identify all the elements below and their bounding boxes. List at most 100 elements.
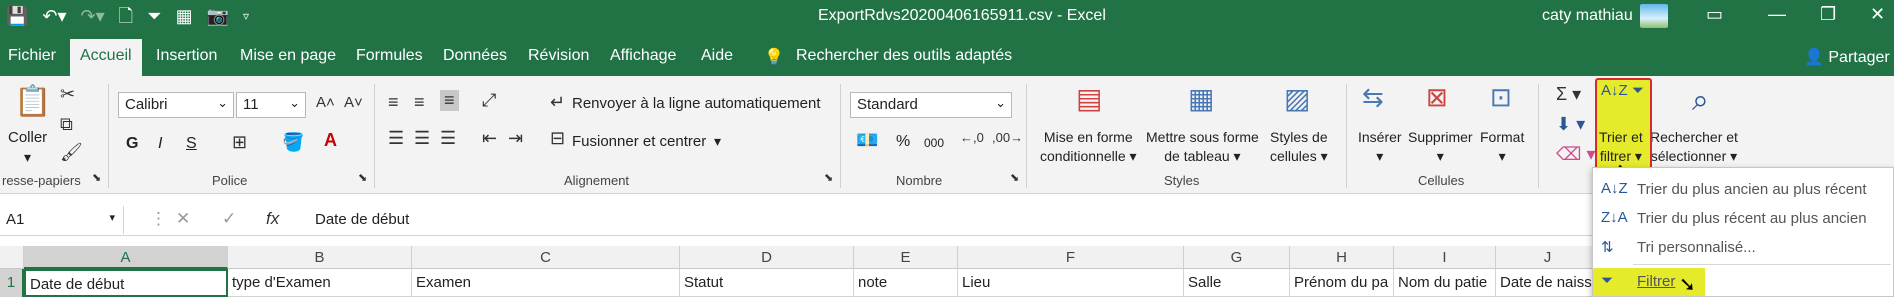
column-header[interactable]: F	[958, 246, 1184, 269]
tab-aide[interactable]: Aide	[701, 47, 733, 65]
new-file-icon[interactable]: 🗋	[119, 4, 133, 28]
number-launcher-icon[interactable]: ⬊	[1010, 171, 1019, 184]
close-icon[interactable]: ✕	[1870, 4, 1885, 25]
fill-icon[interactable]: ⬇ ▾	[1556, 114, 1585, 135]
menu-item-sort-desc[interactable]: Z↓A Trier du plus récent au plus ancien	[1593, 205, 1893, 233]
column-header[interactable]: J	[1496, 246, 1600, 269]
column-header[interactable]: B	[228, 246, 412, 269]
clipboard-launcher-icon[interactable]: ⬊	[92, 171, 101, 184]
merge-center-icon[interactable]: ⊟	[550, 128, 565, 149]
cut-icon[interactable]: ✂	[60, 84, 75, 105]
cell-e1[interactable]: note	[854, 269, 958, 297]
borders-icon[interactable]: ⊞	[232, 132, 247, 153]
thousands-button[interactable]: 000	[924, 134, 944, 153]
wrap-text-button[interactable]: Renvoyer à la ligne automatiquement	[572, 94, 820, 113]
format-button[interactable]: Format ▾	[1480, 128, 1524, 166]
font-size-combo[interactable]: 11 ⌄	[236, 92, 306, 118]
currency-icon[interactable]: 💶	[856, 130, 878, 151]
column-header[interactable]: C	[412, 246, 680, 269]
increase-indent-icon[interactable]: ⇥	[508, 128, 523, 149]
font-color-icon[interactable]: A	[324, 130, 337, 151]
percent-button[interactable]: %	[896, 132, 910, 151]
align-right-icon[interactable]: ☰	[440, 128, 456, 149]
user-name[interactable]: caty mathiau	[1542, 7, 1633, 25]
avatar[interactable]	[1640, 4, 1668, 28]
copy-icon[interactable]: ⧉	[60, 114, 73, 135]
tab-donnees[interactable]: Données	[443, 47, 507, 65]
cell-g1[interactable]: Salle	[1184, 269, 1290, 297]
restore-icon[interactable]: ❐	[1820, 4, 1836, 25]
column-header[interactable]: D	[680, 246, 854, 269]
insert-function-icon[interactable]: fx	[266, 209, 279, 229]
conditional-formatting-button[interactable]: Mise en forme conditionnelle ▾	[1040, 128, 1137, 166]
increase-decimal-icon[interactable]: ←,0	[960, 130, 984, 145]
merge-center-button[interactable]: Fusionner et centrer	[572, 132, 706, 151]
camera-icon[interactable]: 📷	[207, 4, 229, 28]
form-icon[interactable]: ▦	[176, 4, 193, 28]
align-top-icon[interactable]: ≡	[388, 92, 399, 113]
number-format-combo[interactable]: Standard ⌄	[850, 92, 1012, 118]
tab-affichage[interactable]: Affichage	[610, 47, 676, 65]
orientation-icon[interactable]: ⤢	[482, 90, 496, 111]
menu-item-custom-sort[interactable]: ⇅ Tri personnalisé...	[1593, 234, 1893, 262]
save-icon[interactable]: 💾	[6, 4, 28, 28]
cell-h1[interactable]: Prénom du pa	[1290, 269, 1394, 297]
decrease-decimal-icon[interactable]: ,00→	[992, 130, 1023, 145]
shrink-font-icon[interactable]: A˅	[344, 94, 363, 111]
column-header[interactable]: I	[1394, 246, 1496, 269]
chevron-down-icon[interactable]: ▾	[714, 132, 721, 151]
conditional-formatting-icon[interactable]: ▤	[1076, 82, 1102, 115]
font-launcher-icon[interactable]: ⬊	[358, 171, 367, 184]
alignment-launcher-icon[interactable]: ⬊	[824, 171, 833, 184]
undo-icon[interactable]: ↶▾	[42, 4, 66, 28]
grow-font-icon[interactable]: A˄	[316, 94, 335, 111]
formula-input[interactable]: Date de début	[315, 211, 409, 228]
cell-c1[interactable]: Examen	[412, 269, 680, 297]
cell-d1[interactable]: Statut	[680, 269, 854, 297]
font-name-combo[interactable]: Calibri ⌄	[118, 92, 234, 118]
paste-icon[interactable]: 📋	[14, 84, 51, 119]
column-header[interactable]: G	[1184, 246, 1290, 269]
cell-j1[interactable]: Date de naiss	[1496, 269, 1600, 297]
ribbon-display-icon[interactable]: ▭	[1706, 4, 1723, 25]
fill-color-icon[interactable]: 🪣	[282, 132, 304, 153]
tab-accueil[interactable]: Accueil	[70, 39, 142, 76]
select-all-corner[interactable]	[0, 246, 24, 269]
cancel-icon[interactable]: ✕	[176, 209, 190, 229]
cell-i1[interactable]: Nom du patie	[1394, 269, 1496, 297]
customize-qat-icon[interactable]: ▿	[243, 4, 249, 28]
align-middle-icon[interactable]: ≡	[414, 92, 425, 113]
row-header[interactable]: 1	[0, 269, 24, 297]
tell-me-search[interactable]: Rechercher des outils adaptés	[796, 47, 1012, 65]
sort-filter-button[interactable]: A↓Z ⏷ Trier et filtrer ▾	[1595, 78, 1652, 170]
find-select-icon[interactable]: ⌕	[1692, 84, 1709, 118]
align-left-icon[interactable]: ☰	[388, 128, 404, 149]
enter-icon[interactable]: ✓	[222, 209, 236, 229]
column-header[interactable]: A	[24, 246, 228, 269]
italic-button[interactable]: I	[158, 134, 162, 153]
align-center-icon[interactable]: ☰	[414, 128, 430, 149]
tab-revision[interactable]: Révision	[528, 47, 589, 65]
tab-fichier[interactable]: Fichier	[8, 47, 56, 65]
menu-item-sort-asc[interactable]: A↓Z Trier du plus ancien au plus récent	[1593, 176, 1893, 204]
paste-dropdown-icon[interactable]: ▾	[24, 148, 31, 167]
delete-button[interactable]: Supprimer ▾	[1408, 128, 1473, 166]
paste-button[interactable]: Coller	[8, 128, 47, 147]
tab-formules[interactable]: Formules	[356, 47, 423, 65]
column-header[interactable]: E	[854, 246, 958, 269]
cell-f1[interactable]: Lieu	[958, 269, 1184, 297]
filter-qat-icon[interactable]: ⏷	[147, 4, 161, 28]
redo-icon[interactable]: ↷▾	[81, 4, 105, 28]
name-box[interactable]: A1 ▾	[0, 206, 124, 234]
insert-cells-icon[interactable]: ⇆	[1362, 82, 1384, 113]
tab-insertion[interactable]: Insertion	[156, 47, 217, 65]
delete-cells-icon[interactable]: ⊠	[1426, 82, 1448, 113]
cell-styles-button[interactable]: Styles de cellules ▾	[1270, 128, 1328, 166]
format-as-table-button[interactable]: Mettre sous forme de tableau ▾	[1146, 128, 1259, 166]
autosum-icon[interactable]: Σ ▾	[1556, 84, 1581, 105]
format-as-table-icon[interactable]: ▦	[1188, 82, 1214, 115]
find-select-button[interactable]: Rechercher et sélectionner ▾	[1650, 128, 1738, 166]
clear-icon[interactable]: ⌫ ▾	[1556, 144, 1596, 165]
bold-button[interactable]: G	[126, 134, 138, 153]
decrease-indent-icon[interactable]: ⇤	[482, 128, 497, 149]
